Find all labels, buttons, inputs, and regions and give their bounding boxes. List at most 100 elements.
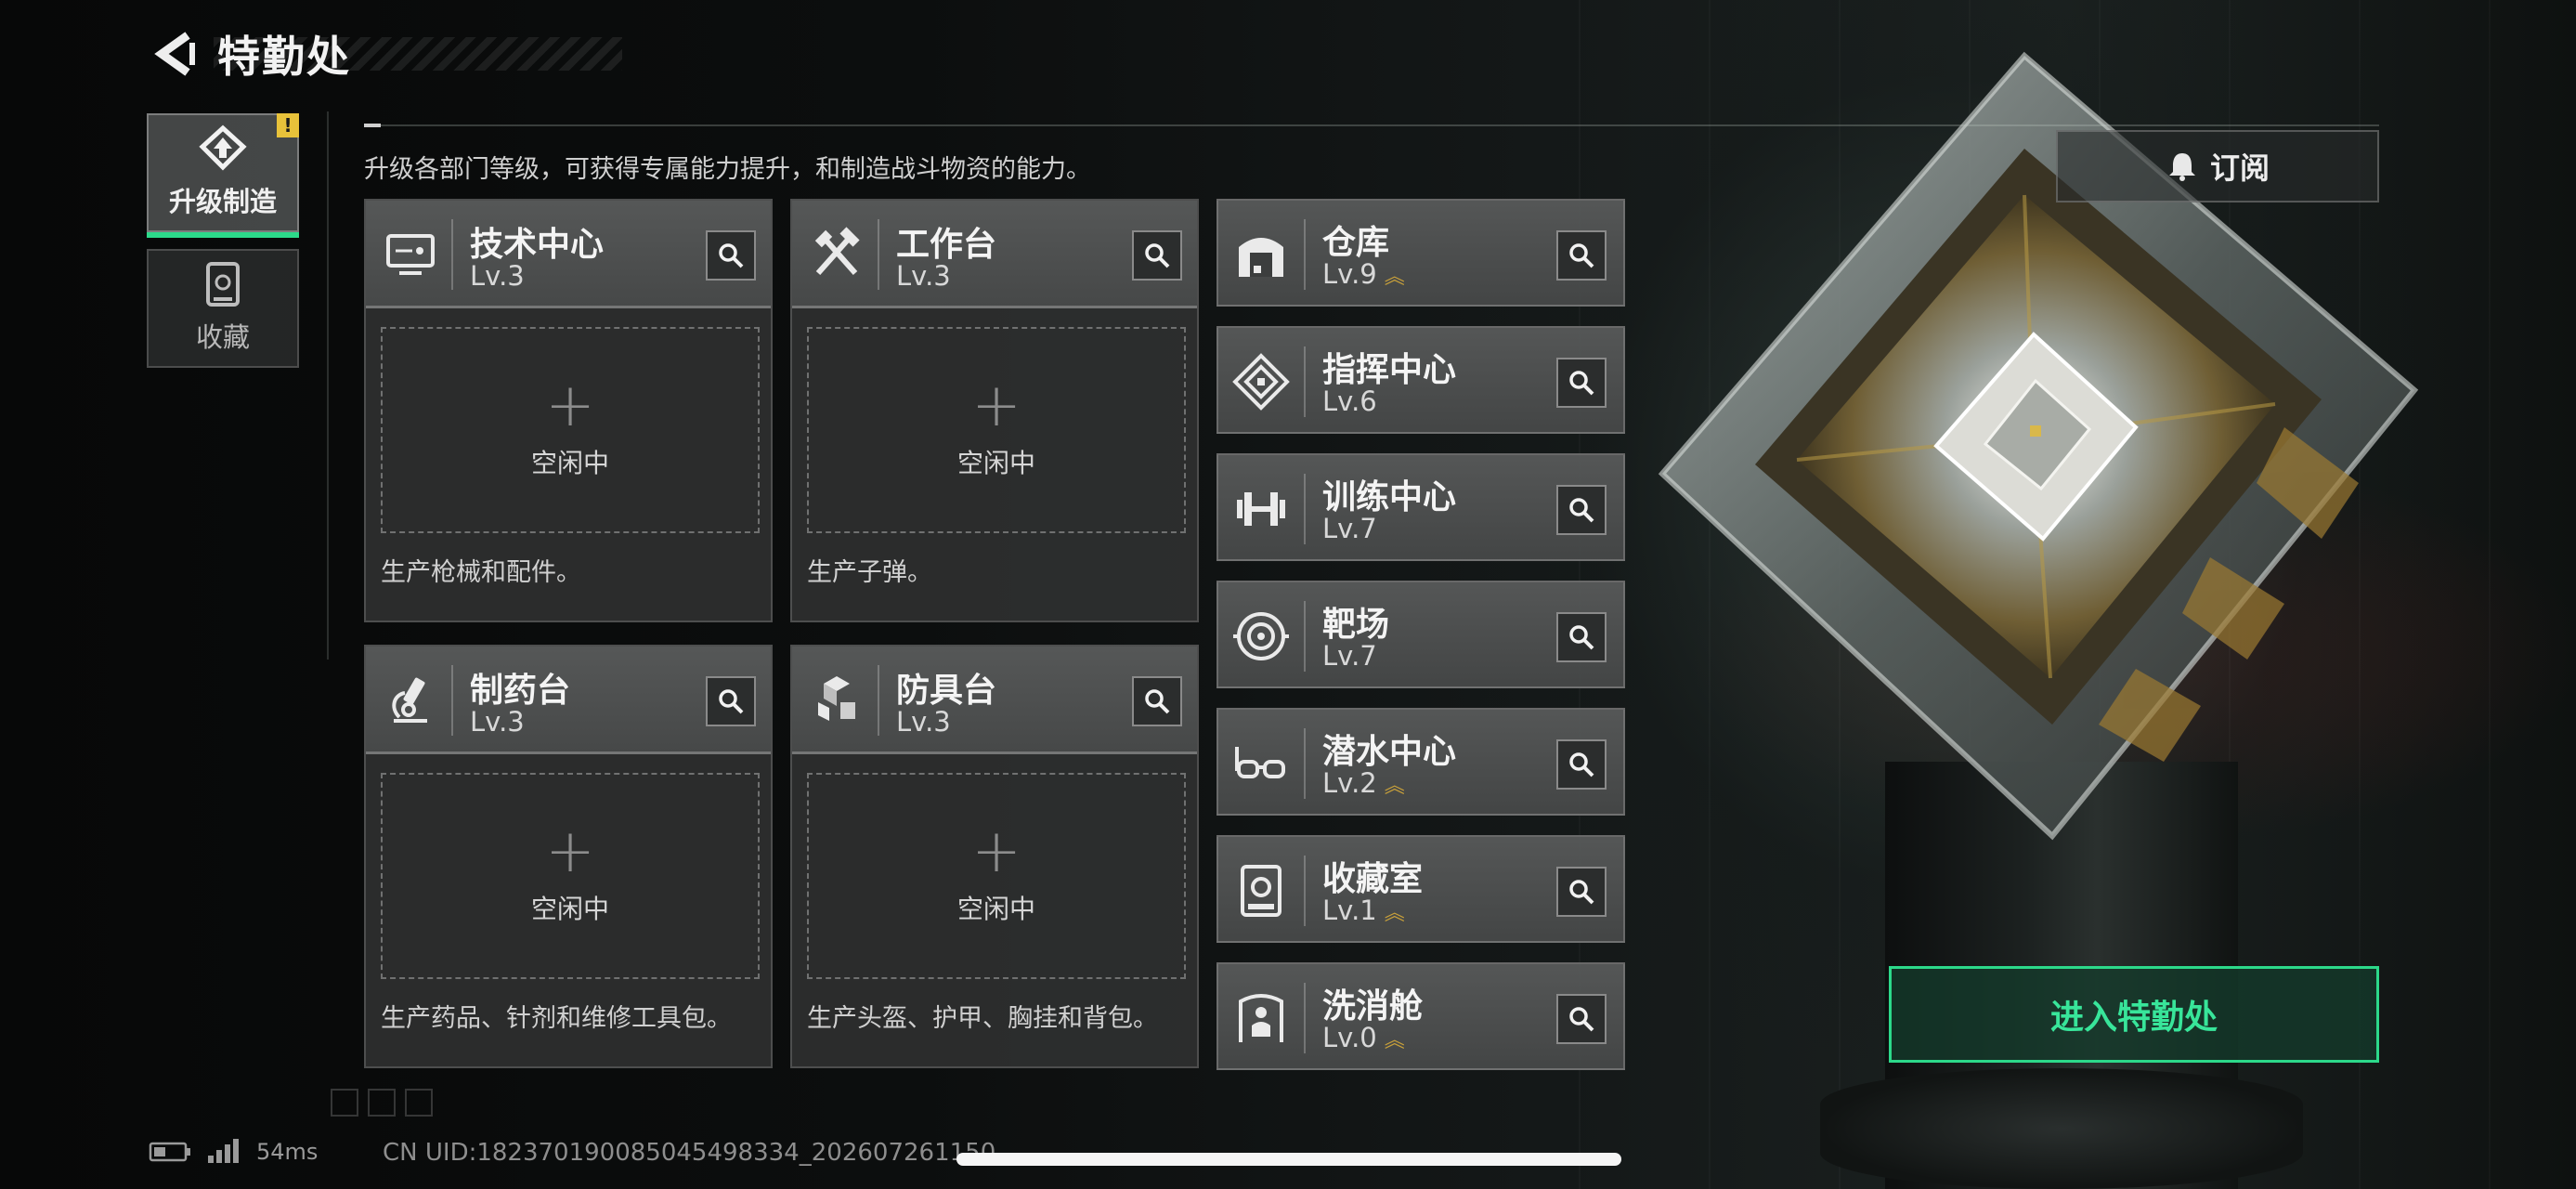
facility-level: Lv.1 xyxy=(1322,895,1377,926)
dept-name: 防具台 xyxy=(896,672,997,710)
card-header: 工作台 Lv.3 xyxy=(792,201,1197,308)
ping-value: 54ms xyxy=(256,1139,319,1165)
upgrade-available-icon: ︽ xyxy=(1384,1029,1405,1052)
facility-level-row: Lv.9 ︽ xyxy=(1322,258,1405,290)
dept-card-tech-center[interactable]: 技术中心 Lv.3 + 空闲中 生产枪械和配件。 xyxy=(364,199,773,622)
inspect-button[interactable] xyxy=(1132,676,1182,726)
facility-collection-room[interactable]: 收藏室 Lv.1 ︽ xyxy=(1216,835,1625,943)
tech-center-icon xyxy=(386,234,435,275)
inspect-button[interactable] xyxy=(706,230,756,281)
plus-icon: + xyxy=(545,817,595,886)
card-header: 制药台 Lv.3 xyxy=(366,647,771,754)
production-slot[interactable]: + 空闲中 xyxy=(807,327,1186,533)
dept-level: Lv.3 xyxy=(470,706,525,738)
upgrade-available-icon: ︽ xyxy=(1384,266,1405,289)
facility-diving-center[interactable]: 潜水中心 Lv.2 ︽ xyxy=(1216,708,1625,816)
enter-button[interactable]: 进入特勤处 xyxy=(1889,966,2379,1063)
facility-level: Lv.6 xyxy=(1322,385,1377,417)
facility-name: 训练中心 xyxy=(1322,478,1457,516)
card-header: 防具台 Lv.3 xyxy=(792,647,1197,754)
dept-card-workbench[interactable]: 工作台 Lv.3 + 空闲中 生产子弹。 xyxy=(790,199,1199,622)
facility-level: Lv.2 xyxy=(1322,767,1377,799)
search-icon xyxy=(1145,689,1170,714)
inspect-button[interactable] xyxy=(1556,612,1607,662)
facility-shooting-range[interactable]: 靶场 Lv.7 xyxy=(1216,581,1625,688)
header-separator xyxy=(1304,474,1306,544)
search-icon xyxy=(1569,1007,1594,1032)
header-separator xyxy=(1304,983,1306,1053)
upgrade-available-icon: ︽ xyxy=(1384,902,1405,925)
home-indicator[interactable] xyxy=(956,1153,1621,1166)
dept-name: 工作台 xyxy=(896,226,997,264)
slot-status: 空闲中 xyxy=(956,448,1035,478)
armor-bench-icon xyxy=(818,676,855,721)
search-icon xyxy=(1569,625,1594,650)
decorative-mark xyxy=(368,1089,396,1117)
subscribe-label: 订阅 xyxy=(2209,150,2270,186)
header-separator xyxy=(878,219,879,290)
inspect-button[interactable] xyxy=(1556,485,1607,535)
inspect-button[interactable] xyxy=(1556,230,1607,281)
inspect-button[interactable] xyxy=(1556,358,1607,408)
search-icon xyxy=(719,689,744,714)
search-icon xyxy=(719,243,744,268)
back-button[interactable] xyxy=(149,28,201,80)
inspect-button[interactable] xyxy=(1556,994,1607,1044)
facility-level: Lv.0 xyxy=(1322,1022,1377,1053)
dept-description: 生产枪械和配件。 xyxy=(381,558,581,587)
production-slot[interactable]: + 空闲中 xyxy=(807,773,1186,979)
plus-icon: + xyxy=(545,372,595,440)
dept-description: 生产头盔、护甲、胸挂和背包。 xyxy=(807,1004,1158,1033)
facility-name: 指挥中心 xyxy=(1322,351,1457,389)
status-bar: 54ms xyxy=(149,1139,318,1165)
facility-level: Lv.7 xyxy=(1322,640,1377,672)
header-separator xyxy=(451,665,453,736)
cube-pillar-base xyxy=(1820,1068,2303,1189)
inspect-button[interactable] xyxy=(1556,739,1607,790)
search-icon xyxy=(1569,371,1594,396)
facility-level-row: Lv.0 ︽ xyxy=(1322,1022,1405,1053)
facility-level-row: Lv.2 ︽ xyxy=(1322,767,1405,799)
shooting-range-icon xyxy=(1233,612,1289,660)
decorative-marks xyxy=(331,1089,433,1117)
collection-icon xyxy=(206,262,240,307)
header-separator xyxy=(1304,346,1306,417)
header-divider xyxy=(364,124,2379,127)
facility-warehouse[interactable]: 仓库 Lv.9 ︽ xyxy=(1216,199,1625,307)
page-subtitle: 升级各部门等级，可获得专属能力提升，和制造战斗物资的能力。 xyxy=(364,155,1091,184)
decorative-mark xyxy=(405,1089,433,1117)
production-slot[interactable]: + 空闲中 xyxy=(381,773,760,979)
header-separator xyxy=(1304,601,1306,672)
inspect-button[interactable] xyxy=(1556,867,1607,917)
warehouse-icon xyxy=(1239,238,1283,277)
production-slot[interactable]: + 空闲中 xyxy=(381,327,760,533)
bell-icon xyxy=(2168,153,2195,181)
card-body: + 空闲中 生产子弹。 xyxy=(792,308,1197,621)
dept-card-pharmacy[interactable]: 制药台 Lv.3 + 空闲中 生产药品、针剂和维修工具包。 xyxy=(364,645,773,1068)
header-separator xyxy=(451,219,453,290)
subscribe-button[interactable]: 订阅 xyxy=(2056,130,2379,203)
dept-name: 技术中心 xyxy=(470,226,605,264)
slot-status: 空闲中 xyxy=(530,448,609,478)
decontamination-icon xyxy=(1239,994,1283,1042)
inspect-button[interactable] xyxy=(1132,230,1182,281)
sidebar-item-collection[interactable]: 收藏 xyxy=(147,249,299,368)
facility-training-center[interactable]: 训练中心 Lv.7 xyxy=(1216,453,1625,561)
dept-name: 制药台 xyxy=(470,672,571,710)
inspect-button[interactable] xyxy=(706,676,756,726)
sidebar-item-label: 升级制造 xyxy=(168,186,277,217)
slot-status: 空闲中 xyxy=(956,894,1035,924)
dept-card-armor-bench[interactable]: 防具台 Lv.3 + 空闲中 生产头盔、护甲、胸挂和背包。 xyxy=(790,645,1199,1068)
search-icon xyxy=(1569,243,1594,268)
upgrade-available-icon: ︽ xyxy=(1384,775,1405,798)
sidebar-item-upgrade[interactable]: ! 升级制造 xyxy=(147,113,299,238)
facility-decontamination[interactable]: 洗消舱 Lv.0 ︽ xyxy=(1216,962,1625,1070)
search-icon xyxy=(1569,498,1594,523)
search-icon xyxy=(1569,880,1594,905)
back-arrow-icon xyxy=(154,32,195,76)
user-uid: CN UID:18237019008504549833­4_2026072611… xyxy=(383,1139,996,1167)
command-center-icon xyxy=(1232,353,1290,411)
search-icon xyxy=(1569,752,1594,777)
plus-icon: + xyxy=(971,372,1021,440)
facility-command-center[interactable]: 指挥中心 Lv.6 xyxy=(1216,326,1625,434)
